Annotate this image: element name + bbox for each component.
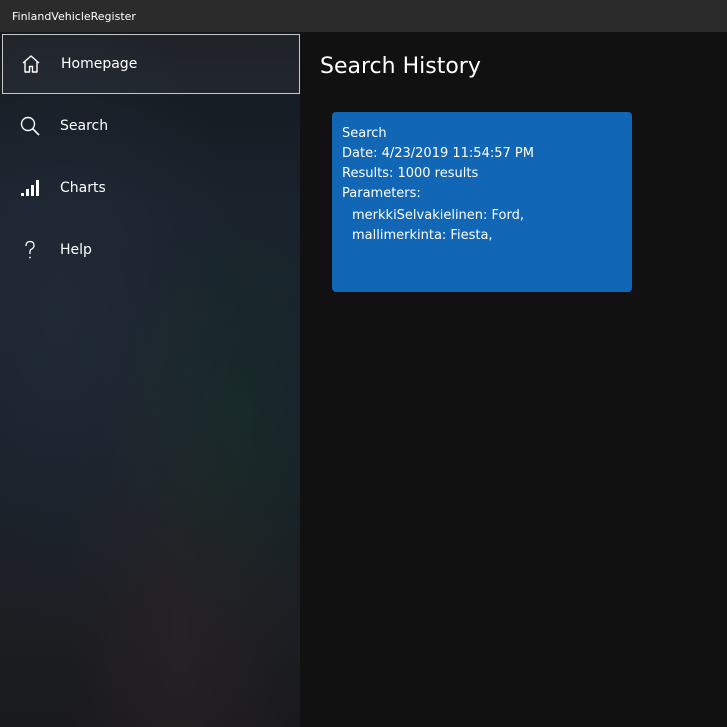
card-date: Date: 4/23/2019 11:54:57 PM [342,146,534,161]
sidebar-item-label: Search [60,118,109,134]
sidebar-item-help[interactable]: Help [2,220,300,280]
sidebar-item-label: Help [60,242,92,258]
sidebar-item-homepage[interactable]: Homepage [2,34,300,94]
card-heading: Search [342,126,387,141]
sidebar-item-label: Charts [60,180,106,196]
sidebar-item-search[interactable]: Search [2,96,300,156]
card-parameters-list: merkkiSelvakielinen: Ford, mallimerkinta… [342,206,622,246]
sidebar-item-label: Homepage [61,56,138,72]
app-window: FinlandVehicleRegister Homepage Search C… [0,0,727,727]
search-icon [18,114,42,138]
card-results: Results: 1000 results [342,166,479,181]
help-icon [18,238,42,262]
window-title: FinlandVehicleRegister [12,9,136,23]
card-parameter: mallimerkinta: Fiesta, [352,228,493,243]
card-parameters-label: Parameters: [342,186,421,201]
home-icon [19,52,43,76]
chart-icon [18,176,42,200]
page-title: Search History [320,54,481,79]
title-bar[interactable]: FinlandVehicleRegister [0,0,727,32]
sidebar: Homepage Search Charts Help [0,32,300,727]
sidebar-item-charts[interactable]: Charts [2,158,300,218]
main-content: Search History Search Date: 4/23/2019 11… [300,32,727,727]
card-parameter: merkkiSelvakielinen: Ford, [352,208,525,223]
search-history-card[interactable]: Search Date: 4/23/2019 11:54:57 PM Resul… [332,112,632,292]
